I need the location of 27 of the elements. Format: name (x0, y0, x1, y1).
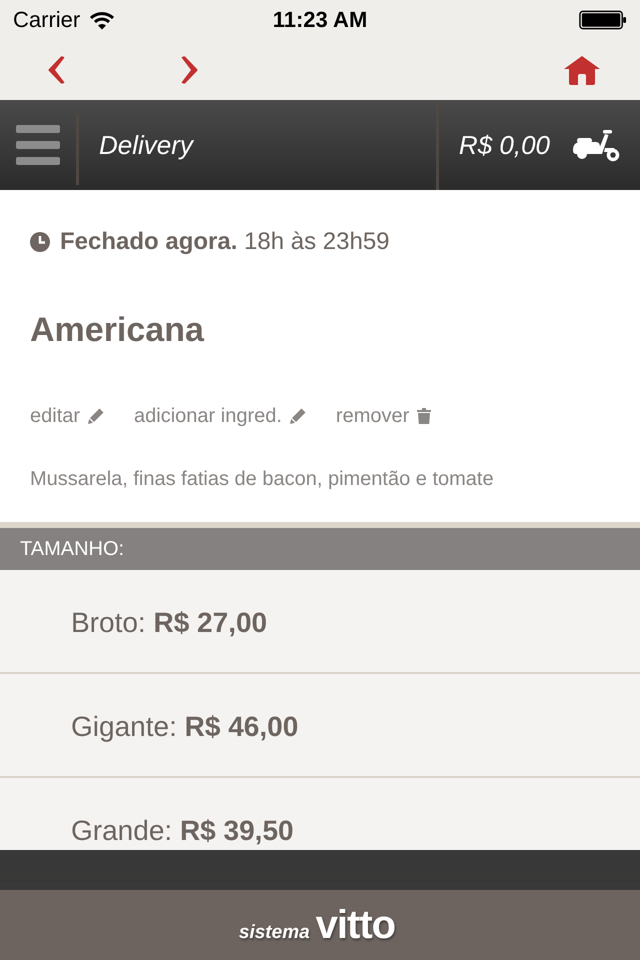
carrier-label: Carrier (13, 7, 80, 33)
product-description: Mussarela, finas fatias de bacon, pimentão e tomate (30, 467, 494, 491)
brand-logo: sistema vitto (238, 902, 396, 948)
pencil-icon (88, 408, 104, 424)
menu-icon (16, 125, 60, 165)
pencil-icon (290, 408, 306, 424)
product-name: Americana (30, 310, 204, 350)
home-button[interactable] (564, 56, 600, 84)
wifi-icon (89, 10, 116, 30)
section-title: TAMANHO: (20, 538, 124, 560)
clock-time: 11:23 AM (272, 7, 368, 33)
remove-link[interactable]: remover (336, 404, 432, 428)
edit-link[interactable]: editar (30, 404, 104, 428)
header-title: Delivery (99, 130, 193, 160)
clock-icon (30, 232, 50, 252)
opening-hours: Fechado agora. 18h às 23h59 (60, 228, 390, 256)
chevron-right-icon (180, 56, 198, 84)
forward-button[interactable] (180, 56, 198, 84)
chevron-left-icon (48, 56, 66, 84)
edit-link[interactable]: adicionar ingred. (134, 404, 306, 428)
battery-icon (578, 10, 627, 30)
trash-icon (417, 408, 432, 424)
menu-button[interactable] (16, 125, 60, 165)
cart-button[interactable]: R$ 0,00 (438, 100, 640, 190)
home-icon (564, 56, 600, 84)
scooter-icon (572, 128, 620, 162)
back-button[interactable] (48, 56, 66, 84)
